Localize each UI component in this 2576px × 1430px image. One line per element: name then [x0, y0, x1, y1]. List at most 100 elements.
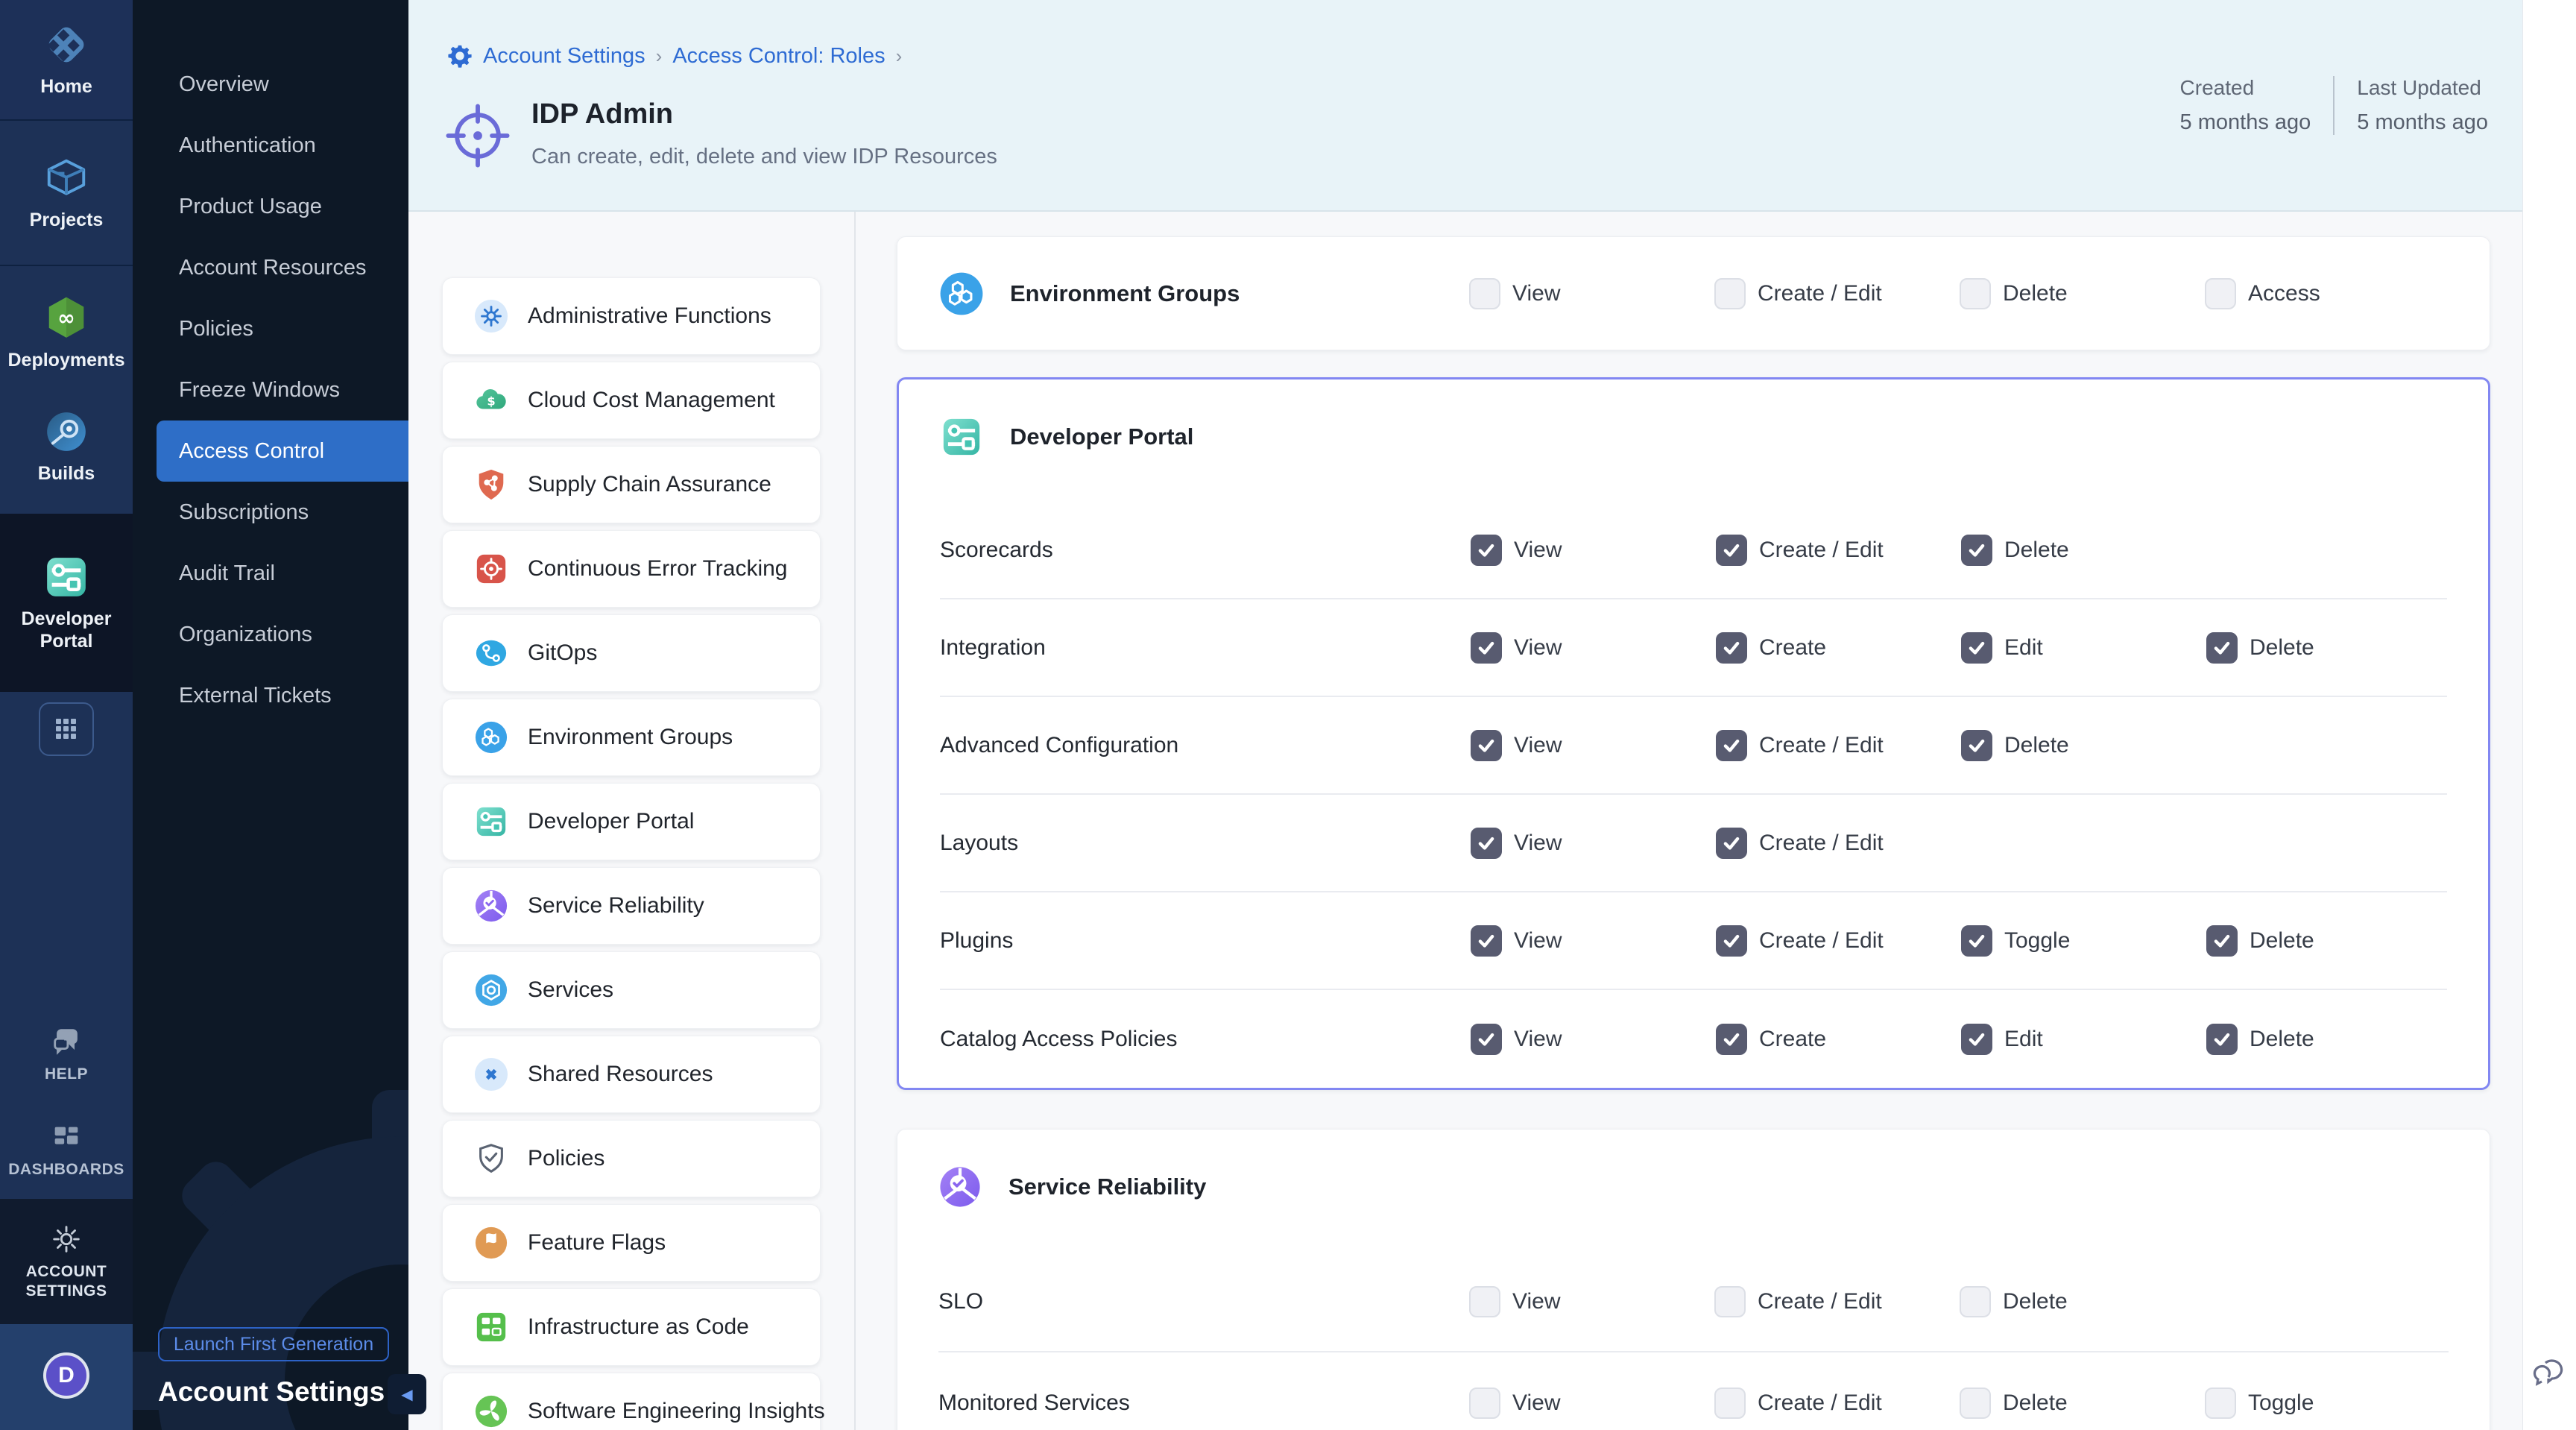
sidebar-item-external-tickets[interactable]: External Tickets — [133, 665, 408, 726]
resource-card-services[interactable]: Services — [442, 951, 821, 1029]
rail-item-help[interactable]: ? HELP — [45, 1024, 88, 1084]
launch-first-generation-button[interactable]: Launch First Generation — [158, 1327, 389, 1361]
checkbox-view-unchecked[interactable] — [1469, 278, 1500, 309]
permission-delete: Delete — [1960, 278, 2205, 309]
checkbox-create-checked[interactable] — [1716, 632, 1747, 664]
resource-card-policies[interactable]: Policies — [442, 1120, 821, 1197]
sidebar-item-account-resources[interactable]: Account Resources — [133, 237, 408, 298]
svg-text:∞: ∞ — [57, 306, 75, 330]
resource-card-infrastructure-as-code[interactable]: Infrastructure as Code — [442, 1288, 821, 1366]
sidebar-collapse-button[interactable]: ◀ — [388, 1374, 426, 1414]
checkbox-create-edit-unchecked[interactable] — [1714, 278, 1746, 309]
module-grid-button[interactable] — [39, 702, 94, 756]
breadcrumb-account-settings[interactable]: Account Settings — [483, 44, 645, 69]
resource-card-software-engineering-insights[interactable]: Software Engineering Insights — [442, 1373, 821, 1430]
checkbox-view-checked[interactable] — [1471, 632, 1502, 664]
role-target-icon — [445, 103, 511, 168]
sidebar-item-overview[interactable]: Overview — [133, 54, 408, 115]
deployments-icon: ∞ — [43, 295, 89, 341]
rail-item-home[interactable]: Home — [40, 22, 92, 98]
checkbox-access-unchecked[interactable] — [2205, 278, 2236, 309]
rail-item-projects[interactable]: Projects — [30, 155, 104, 231]
checkbox-edit-checked[interactable] — [1961, 1024, 1992, 1055]
rail-item-account-settings[interactable]: ACCOUNT SETTINGS — [14, 1222, 119, 1301]
sidebar-item-subscriptions[interactable]: Subscriptions — [133, 482, 408, 543]
checkbox-delete-checked[interactable] — [1961, 535, 1992, 566]
developer-portal-icon — [43, 554, 89, 600]
rail-item-developer-portal[interactable]: Developer Portal — [14, 554, 119, 652]
checkbox-view-checked[interactable] — [1471, 730, 1502, 761]
rail-item-deployments[interactable]: ∞ Deployments — [8, 295, 125, 371]
resource-card-label: Feature Flags — [528, 1230, 666, 1256]
checkbox-view-checked[interactable] — [1471, 535, 1502, 566]
permission-create-edit: Create / Edit — [1716, 925, 1961, 957]
resource-card-cloud-cost-management[interactable]: $Cloud Cost Management — [442, 362, 821, 439]
checkbox-view-unchecked[interactable] — [1469, 1388, 1500, 1419]
checkbox-label: Create / Edit — [1759, 928, 1884, 954]
environment-groups-icon — [474, 720, 508, 755]
rail-item-builds[interactable]: Builds — [38, 409, 95, 485]
checkbox-create-edit-unchecked[interactable] — [1714, 1388, 1746, 1419]
rail-item-dashboards[interactable]: DASHBOARDS — [8, 1120, 124, 1179]
permission-row-plugins: PluginsViewCreate / EditToggleDelete — [940, 892, 2447, 990]
projects-cube-icon — [43, 155, 89, 201]
sidebar-item-audit-trail[interactable]: Audit Trail — [133, 543, 408, 604]
user-avatar[interactable]: D — [43, 1352, 89, 1399]
resource-card-service-reliability[interactable]: Service Reliability — [442, 867, 821, 945]
checkbox-view-checked[interactable] — [1471, 925, 1502, 957]
breadcrumb-separator: › — [656, 45, 663, 68]
checkbox-create-checked[interactable] — [1716, 1024, 1747, 1055]
continuous-error-tracking-icon — [474, 552, 508, 586]
checkbox-delete-unchecked[interactable] — [1960, 1286, 1991, 1317]
sidebar-item-organizations[interactable]: Organizations — [133, 604, 408, 665]
resource-card-continuous-error-tracking[interactable]: Continuous Error Tracking — [442, 530, 821, 608]
permission-delete: Delete — [1960, 1286, 2205, 1317]
checkbox-delete-unchecked[interactable] — [1960, 278, 1991, 309]
checkbox-delete-unchecked[interactable] — [1960, 1388, 1991, 1419]
checkbox-create-edit-checked[interactable] — [1716, 535, 1747, 566]
checkbox-delete-checked[interactable] — [2206, 632, 2238, 664]
page-header: Account Settings › Access Control: Roles… — [408, 0, 2522, 212]
sidebar-item-policies[interactable]: Policies — [133, 298, 408, 359]
sidebar-item-access-control[interactable]: Access Control — [157, 421, 408, 482]
checkbox-delete-checked[interactable] — [2206, 1024, 2238, 1055]
breadcrumb: Account Settings › Access Control: Roles… — [447, 43, 902, 69]
checkbox-toggle-checked[interactable] — [1961, 925, 1992, 957]
resource-card-shared-resources[interactable]: Shared Resources — [442, 1036, 821, 1113]
rail-item-label: HELP — [45, 1065, 88, 1084]
checkbox-delete-checked[interactable] — [2206, 925, 2238, 957]
chat-widget-icon[interactable] — [2532, 1352, 2569, 1391]
sidebar-item-product-usage[interactable]: Product Usage — [133, 176, 408, 237]
checkbox-delete-checked[interactable] — [1961, 730, 1992, 761]
last-updated-label: Last Updated — [2357, 76, 2488, 100]
checkbox-view-checked[interactable] — [1471, 1024, 1502, 1055]
checkbox-create-edit-checked[interactable] — [1716, 730, 1747, 761]
rail-item-label: Projects — [30, 209, 104, 231]
developer-portal-icon — [940, 415, 983, 459]
resource-card-environment-groups[interactable]: Environment Groups — [442, 699, 821, 776]
permission-row-label: Monitored Services — [938, 1390, 1469, 1416]
permission-delete: Delete — [1961, 730, 2206, 761]
rail-item-label: Deployments — [8, 349, 125, 371]
resource-card-administrative-functions[interactable]: Administrative Functions — [442, 277, 821, 355]
permission-row-label: Advanced Configuration — [940, 733, 1471, 758]
resource-card-supply-chain-assurance[interactable]: Supply Chain Assurance — [442, 446, 821, 523]
checkbox-view-checked[interactable] — [1471, 828, 1502, 859]
checkbox-create-edit-checked[interactable] — [1716, 925, 1747, 957]
resource-card-developer-portal[interactable]: Developer Portal — [442, 783, 821, 860]
resource-card-gitops[interactable]: GitOps — [442, 614, 821, 692]
checkbox-create-edit-unchecked[interactable] — [1714, 1286, 1746, 1317]
checkbox-edit-checked[interactable] — [1961, 632, 1992, 664]
sidebar-item-freeze-windows[interactable]: Freeze Windows — [133, 359, 408, 421]
checkbox-label: View — [1514, 733, 1562, 758]
checkbox-create-edit-checked[interactable] — [1716, 828, 1747, 859]
breadcrumb-access-control-roles[interactable]: Access Control: Roles — [672, 44, 885, 69]
checkbox-label: Create / Edit — [1758, 281, 1882, 306]
sidebar-item-authentication[interactable]: Authentication — [133, 115, 408, 176]
supply-chain-assurance-icon — [474, 467, 508, 502]
panel-title: Service Reliability — [1008, 1174, 1206, 1200]
resource-card-feature-flags[interactable]: Feature Flags — [442, 1204, 821, 1282]
checkbox-view-unchecked[interactable] — [1469, 1286, 1500, 1317]
permission-view: View — [1471, 925, 1716, 957]
checkbox-toggle-unchecked[interactable] — [2205, 1388, 2236, 1419]
